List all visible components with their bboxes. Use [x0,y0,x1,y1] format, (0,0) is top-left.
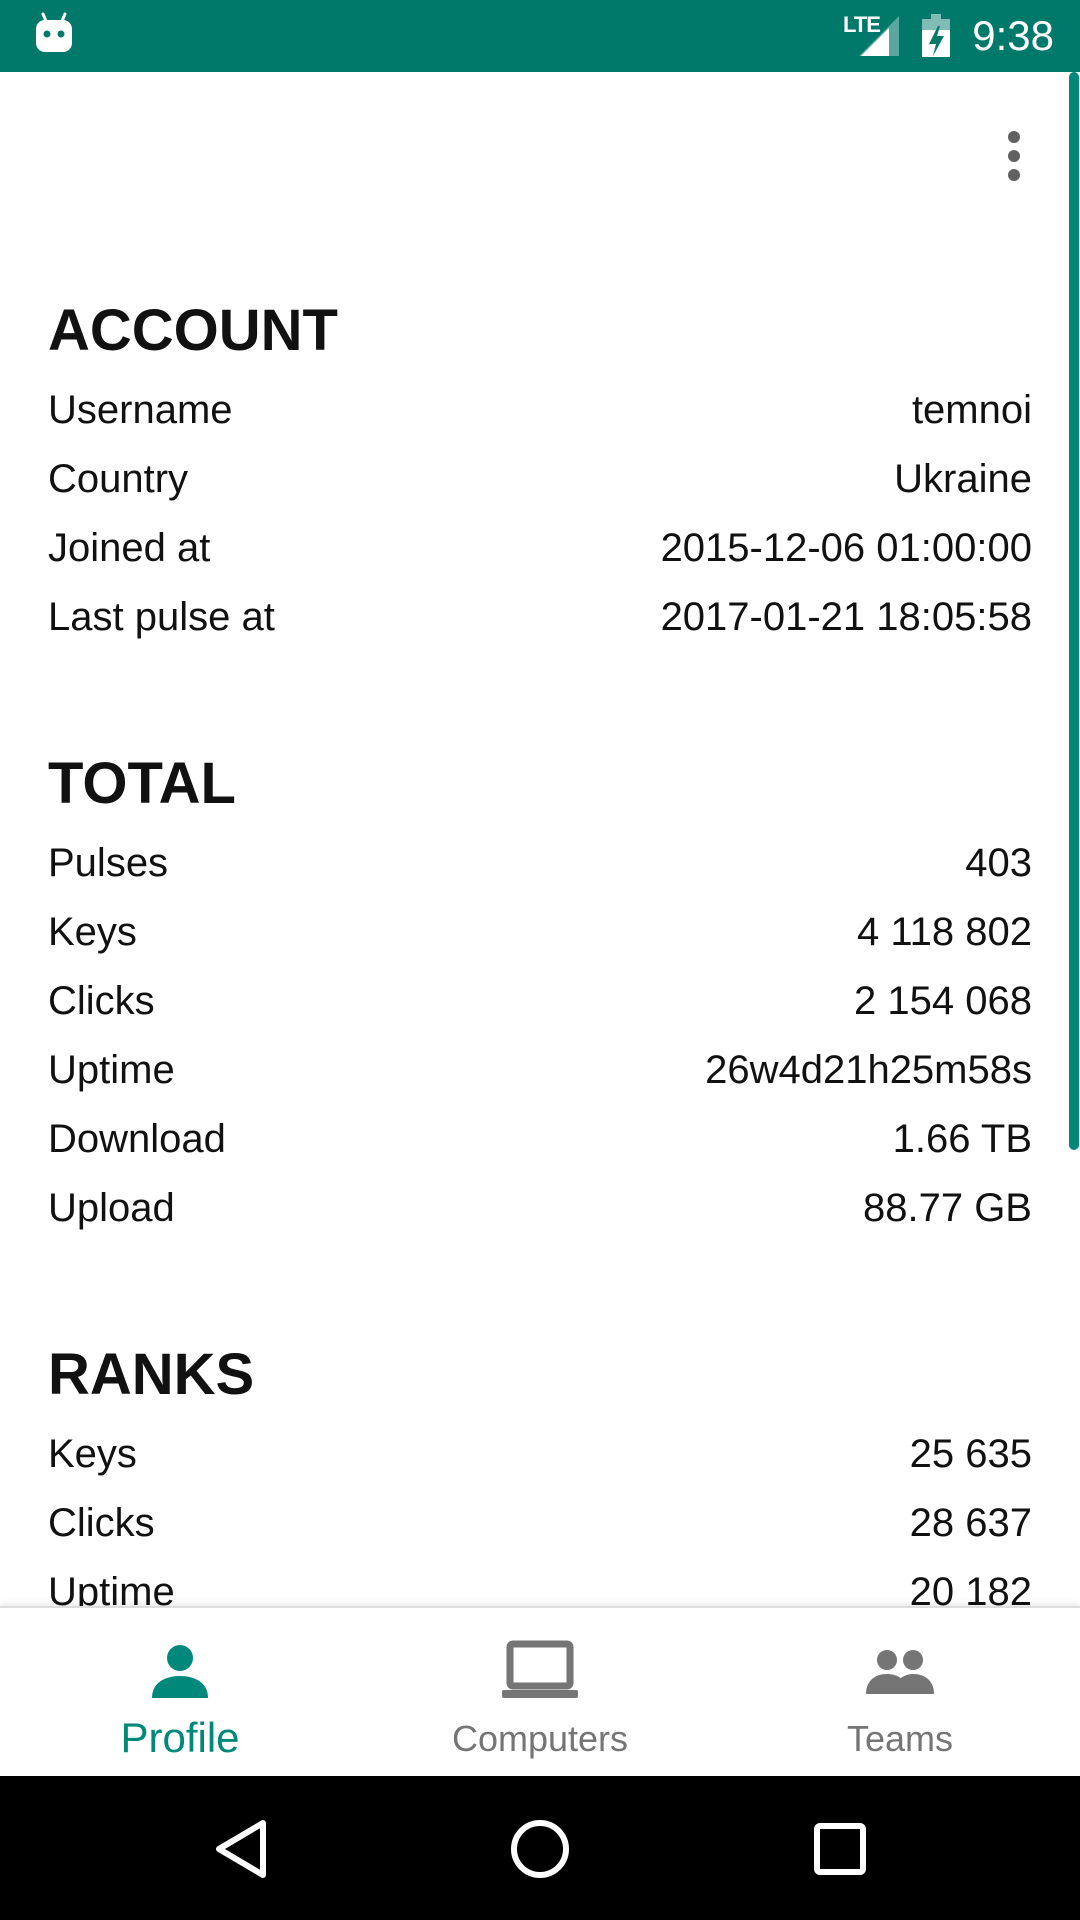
nav-label-teams: Teams [846,1718,954,1759]
row-value: 4 118 802 [857,909,1032,954]
row-label: Download [48,1116,226,1161]
row-label: Uptime [48,1047,175,1092]
nav-item-teams[interactable]: Teams [720,1608,1080,1778]
total-row-upload: Upload 88.77 GB [48,1174,1032,1242]
row-label: Last pulse at [48,594,275,639]
nav-label-profile: Profile [120,1714,240,1761]
total-row-download: Download 1.66 TB [48,1105,1032,1173]
total-row-uptime: Uptime 26w4d21h25m58s [48,1036,1032,1104]
row-label: Username [48,387,233,432]
screen: LTE 9:38 ACCOUNT Username temnoi Country [0,0,1080,1920]
row-value: Ukraine [894,456,1032,501]
row-label: Upload [48,1185,175,1230]
section-title-total: TOTAL [48,751,236,816]
total-row-pulses: Pulses 403 [48,829,1032,897]
nav-item-computers[interactable]: Computers [360,1608,720,1778]
account-row-username: Username temnoi [48,376,1032,444]
bottom-navigation: Profile Computers Teams [0,1606,1080,1778]
home-button[interactable] [505,1816,575,1886]
row-label: Joined at [48,525,211,570]
row-value: 88.77 GB [862,1185,1032,1230]
person-icon [148,1638,212,1707]
row-value: 403 [965,840,1032,885]
row-label: Clicks [48,978,155,1023]
row-label: Keys [48,909,137,954]
laptop-icon [502,1638,578,1707]
scrollbar[interactable] [1069,72,1079,1150]
more-vert-icon [1006,130,1022,187]
section-title-ranks: RANKS [48,1342,255,1407]
row-value: 2015-12-06 01:00:00 [660,525,1032,570]
recents-button[interactable] [805,1816,875,1886]
row-label: Pulses [48,840,169,885]
row-value: 28 637 [909,1500,1032,1545]
status-clock: 9:38 [972,12,1054,59]
nav-label-computers: Computers [451,1718,629,1759]
row-value: 2017-01-21 18:05:58 [660,594,1032,639]
row-label: Clicks [48,1500,155,1545]
row-label: Country [48,456,189,501]
ranks-row-clicks: Clicks 28 637 [48,1489,1032,1557]
profile-content[interactable]: ACCOUNT Username temnoi Country Ukraine … [0,72,1080,1606]
section-title-account: ACCOUNT [48,298,338,363]
row-value: 1.66 TB [892,1116,1032,1161]
status-bar: LTE 9:38 [0,0,1080,72]
account-row-last-pulse: Last pulse at 2017-01-21 18:05:58 [48,583,1032,651]
total-row-keys: Keys 4 118 802 [48,898,1032,966]
row-label: Uptime [48,1569,175,1607]
back-button[interactable] [206,1816,276,1886]
row-value: 25 635 [909,1431,1032,1476]
row-value: 20 182 [909,1569,1032,1607]
battery-charging-icon [921,14,951,58]
cell-signal-icon [855,14,901,58]
row-value: 2 154 068 [854,978,1032,1023]
account-row-joined: Joined at 2015-12-06 01:00:00 [48,514,1032,582]
ranks-row-keys: Keys 25 635 [48,1420,1032,1488]
home-circle-icon [510,1819,570,1884]
ranks-row-uptime: Uptime 20 182 [48,1558,1032,1607]
total-row-clicks: Clicks 2 154 068 [48,967,1032,1035]
system-navigation-bar [0,1776,1080,1920]
overflow-menu-button[interactable] [990,126,1038,190]
row-value: temnoi [911,387,1032,432]
recents-square-icon [814,1822,866,1880]
account-row-country: Country Ukraine [48,445,1032,513]
nav-item-profile[interactable]: Profile [0,1608,360,1778]
back-triangle-icon [213,1819,269,1884]
row-value: 26w4d21h25m58s [705,1047,1032,1092]
row-label: Keys [48,1431,137,1476]
android-notification-icon [34,12,74,56]
group-icon [864,1638,936,1707]
